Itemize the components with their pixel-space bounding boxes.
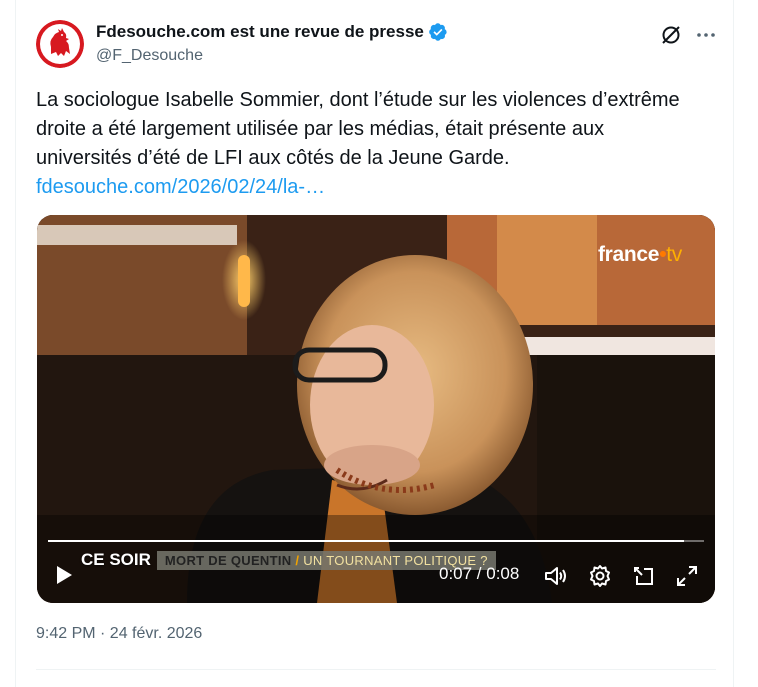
verified-badge-icon [429,23,447,41]
play-button[interactable] [50,562,76,588]
progress-fill [48,540,685,542]
video-frame-image [37,215,715,603]
divider [36,669,716,670]
author-display-name[interactable]: Fdesouche.com est une revue de presse [96,22,424,42]
volume-icon [545,567,566,585]
tweet-text: La sociologue Isabelle Sommier, dont l’é… [36,86,716,202]
left-border [15,0,16,687]
author-name-row[interactable]: Fdesouche.com est une revue de presse [96,22,448,42]
article-link[interactable]: fdesouche.com/2026/02/24/la-… [36,176,325,198]
settings-icon [590,565,610,587]
video-player[interactable]: france•tv CE SOIR MORT DE QUENTIN / UN T… [37,215,715,603]
volume-button[interactable] [543,563,569,589]
ticker-separator: / [295,552,300,568]
show-banner: CE SOIR MORT DE QUENTIN / UN TOURNANT PO… [81,546,496,574]
fullscreen-icon [677,566,697,586]
author-handle[interactable]: @F_Desouche [96,47,203,65]
tweet-line: droite a été largement utilisée par les … [36,118,605,140]
show-name: CE SOIR [81,550,151,569]
author-avatar[interactable] [36,20,84,68]
right-border [733,0,734,687]
grok-icon [662,26,680,44]
pip-button[interactable] [631,563,657,589]
settings-button[interactable] [587,563,613,589]
grok-button[interactable] [658,22,684,48]
pip-icon [634,567,653,585]
more-options-icon [697,33,715,37]
rooster-logo-icon [36,20,84,68]
tweet-line: universités d’été de LFI aux côtés de la… [36,147,510,169]
tweet-timestamp[interactable]: 9:42 PM · 24 févr. 2026 [36,625,202,643]
channel-logo: france•tv [598,243,682,267]
brand-main: france [597,243,660,266]
brand-tv: tv [666,243,682,266]
video-progress-bar[interactable] [48,540,704,542]
more-options-button[interactable] [693,22,719,48]
ticker-main: MORT DE QUENTIN [164,552,292,568]
video-time: 0:07 / 0:08 [439,564,520,583]
play-icon [57,566,72,584]
fullscreen-button[interactable] [674,563,700,589]
tweet-line: La sociologue Isabelle Sommier, dont l’é… [36,89,680,111]
